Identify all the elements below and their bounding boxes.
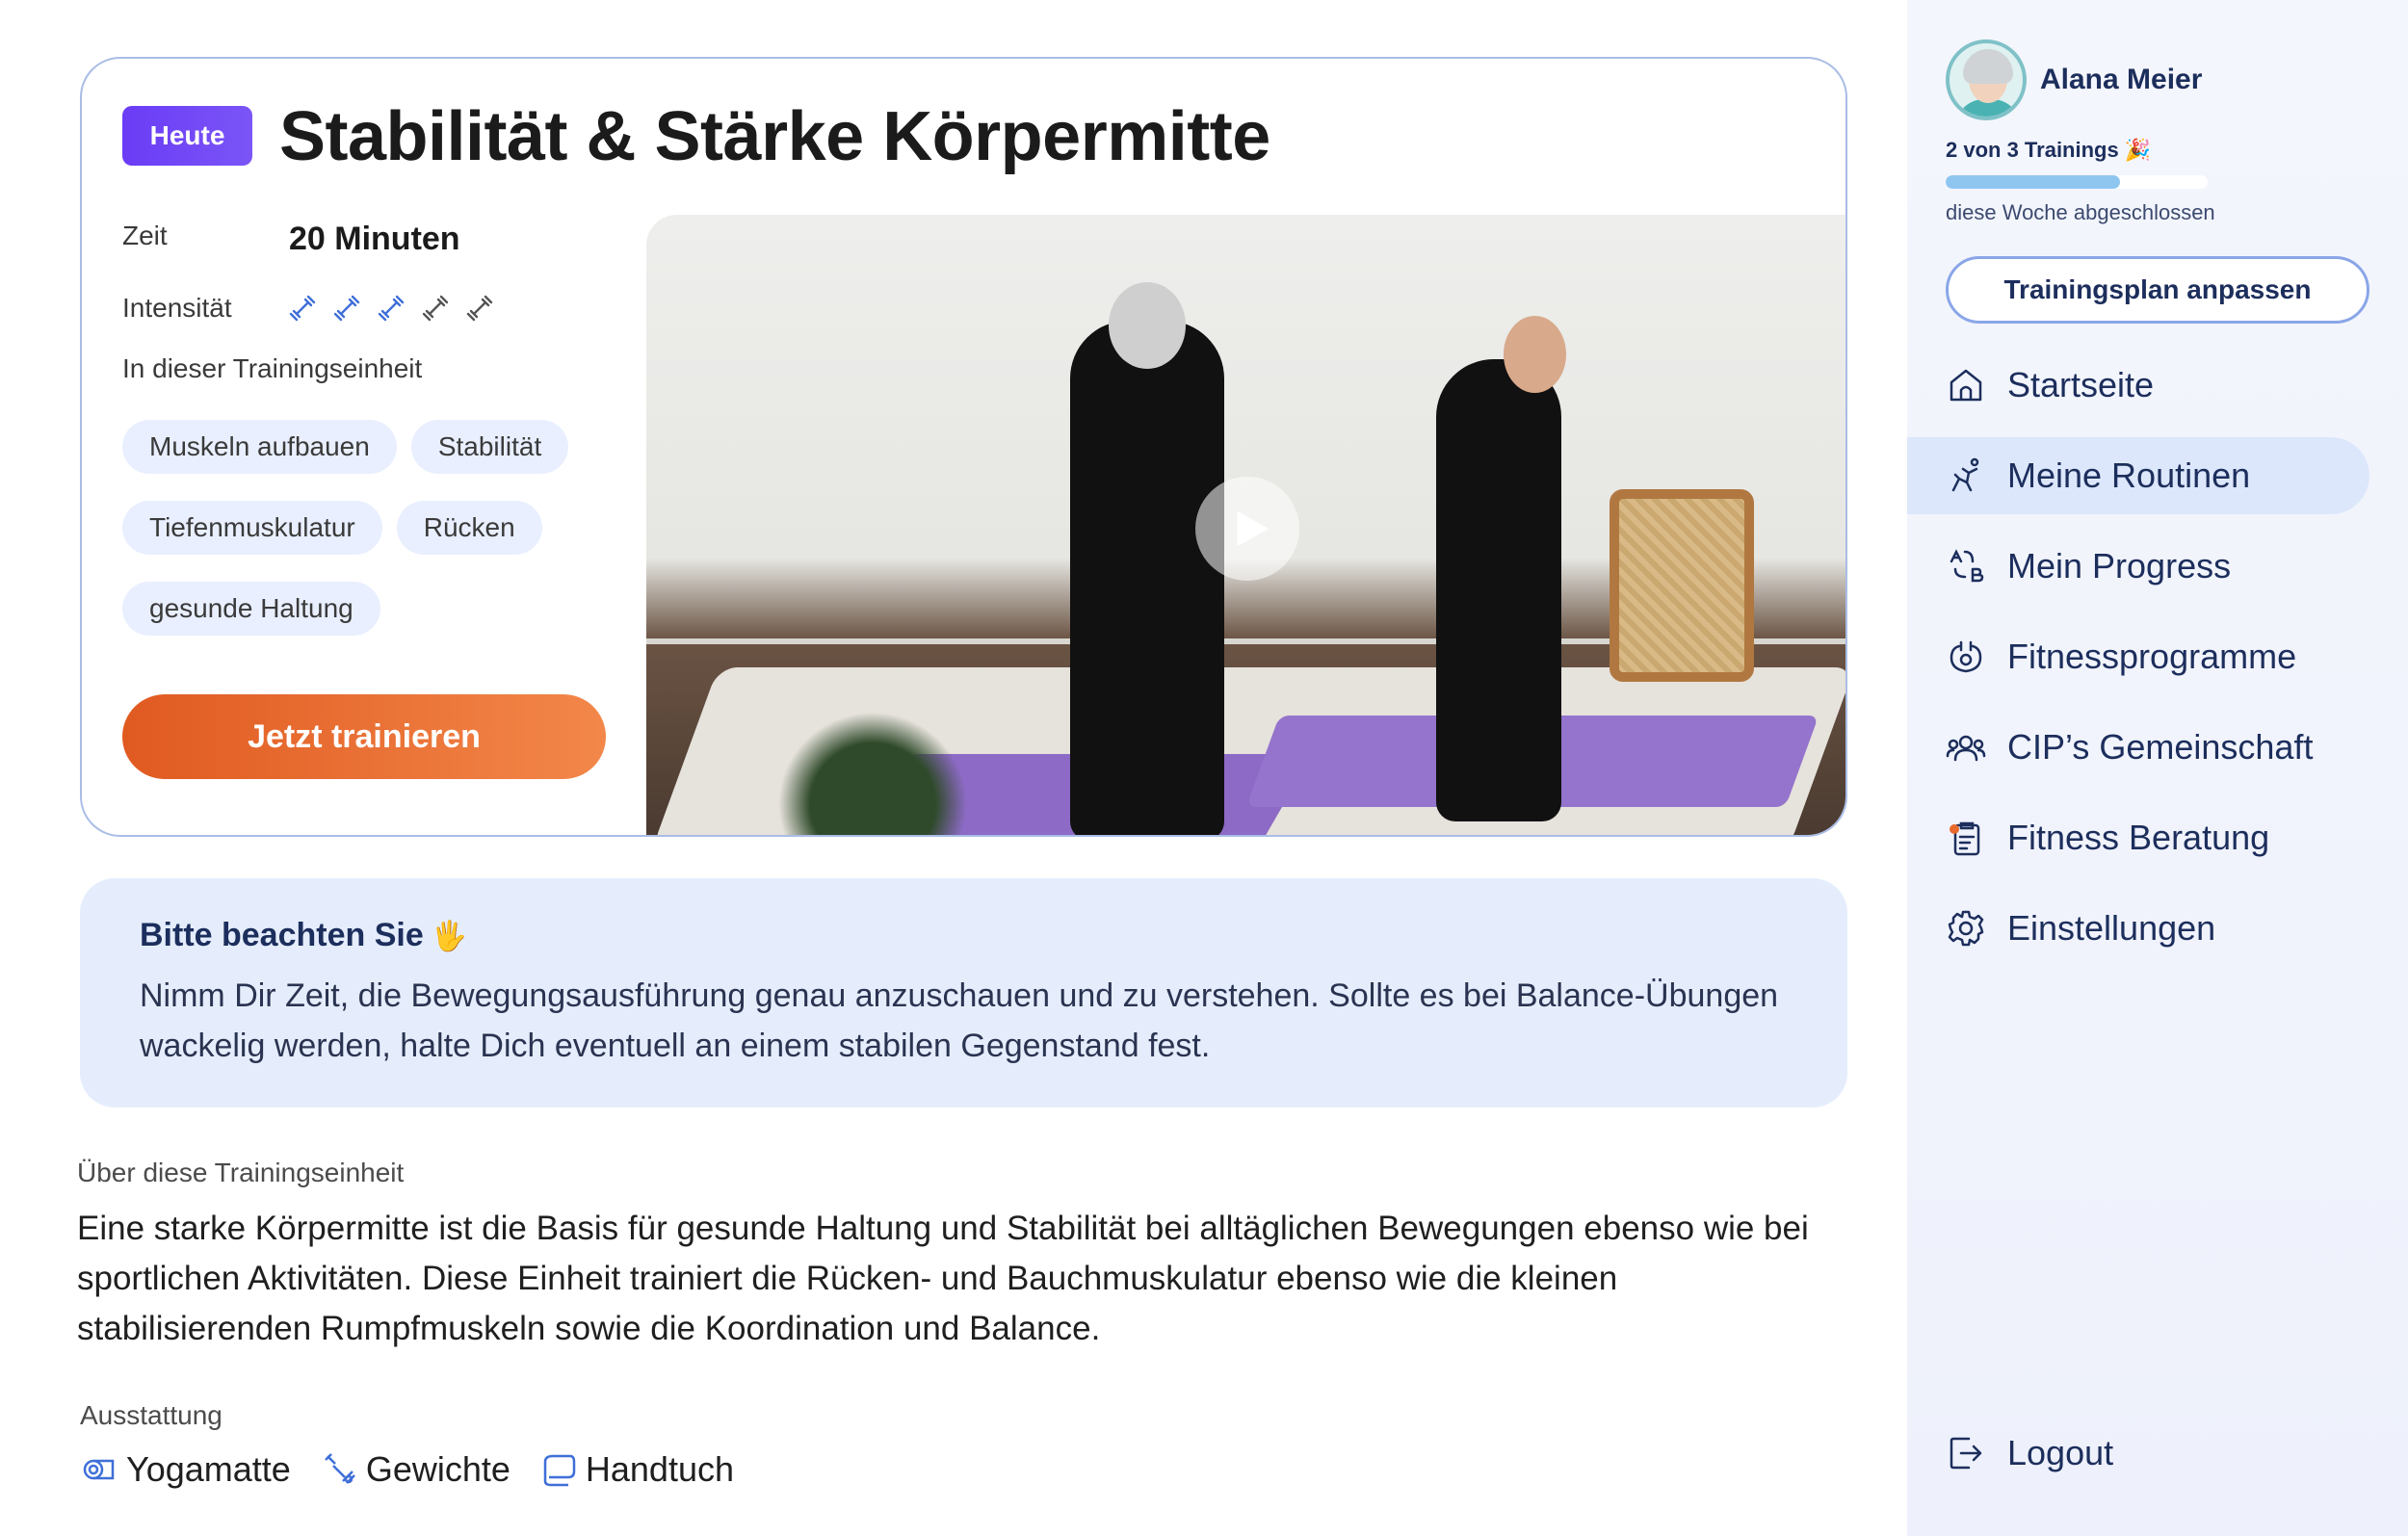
equipment-label-handtuch: Handtuch xyxy=(585,1449,734,1489)
logout-button[interactable]: Logout xyxy=(1946,1433,2113,1473)
consulting-icon xyxy=(1950,821,1980,856)
weights-icon xyxy=(324,1453,355,1484)
notice-text: Nimm Dir Zeit, die Bewegungsausführung g… xyxy=(140,977,1779,1064)
sidebar: Alana Meier 2 von 3 Trainings 🎉 diese Wo… xyxy=(1907,0,2408,1536)
dumbbell-icon xyxy=(378,295,405,322)
programs-icon xyxy=(1950,640,1982,673)
sidebar-item-programs[interactable]: Fitnessprogramme xyxy=(1907,618,2408,695)
sidebar-item-consulting[interactable]: Fitness Beratung xyxy=(1907,799,2408,876)
weekly-progress-bar xyxy=(1946,175,2208,189)
avatar-hair xyxy=(1963,49,2013,84)
intensity-label: Intensität xyxy=(122,293,232,323)
equipment-item: Yogamatte xyxy=(80,1449,291,1490)
about-label: Über diese Trainingseinheit xyxy=(77,1158,405,1187)
tag-stability: Stabilität xyxy=(410,420,569,474)
tag-list: Muskeln aufbauen Stabilität Tiefenmuskul… xyxy=(122,420,662,636)
equipment-label-yogamatte: Yogamatte xyxy=(126,1449,291,1489)
weekly-progress-subtext: diese Woche abgeschlossen xyxy=(1946,200,2215,224)
video-scene-plant xyxy=(762,696,983,835)
video-scene-chair xyxy=(1610,489,1754,682)
contents-label: In dieser Trainingseinheit xyxy=(122,353,423,383)
sidebar-item-label: Startseite xyxy=(2007,365,2155,404)
time-label: Zeit xyxy=(122,221,168,250)
notice-title-text: Bitte beachten Sie xyxy=(140,917,424,953)
adjust-plan-button[interactable]: Trainingsplan anpassen xyxy=(1946,256,2369,324)
sidebar-item-label: Mein Progress xyxy=(2007,546,2232,586)
tag-muscle-building: Muskeln aufbauen xyxy=(122,420,397,474)
sidebar-item-label: CIP’s Gemeinschaft xyxy=(2007,727,2314,767)
weekly-progress-fill xyxy=(1946,175,2121,189)
towel-icon xyxy=(543,1454,576,1487)
tag-deep-muscles: Tiefenmuskulatur xyxy=(122,501,382,555)
tag-back: Rücken xyxy=(396,501,542,555)
notice-title: Bitte beachten Sie 🖐 xyxy=(140,917,467,954)
sidebar-item-community[interactable]: CIP’s Gemeinschaft xyxy=(1907,709,2408,786)
avatar[interactable] xyxy=(1946,39,2027,120)
dumbbell-icon xyxy=(422,295,449,322)
logout-label: Logout xyxy=(2007,1433,2114,1472)
community-icon xyxy=(1946,735,1986,762)
tag-healthy-posture: gesunde Haltung xyxy=(122,582,380,636)
sidebar-item-label: Meine Routinen xyxy=(2007,456,2251,495)
equipment-list: Yogamatte Gewichte Handtuch xyxy=(80,1449,734,1490)
hand-icon: 🖐 xyxy=(431,921,468,952)
start-training-button[interactable]: Jetzt trainieren xyxy=(122,694,606,779)
sidebar-item-label: Fitnessprogramme xyxy=(2007,637,2297,676)
logout-icon xyxy=(1950,1437,1982,1470)
settings-icon xyxy=(1948,910,1984,947)
notice-box: Bitte beachten Sie 🖐 Nimm Dir Zeit, die B… xyxy=(80,878,1847,1107)
sidebar-item-label: Einstellungen xyxy=(2007,908,2216,948)
play-button[interactable] xyxy=(1195,477,1299,581)
dumbbell-icon xyxy=(333,295,360,322)
today-badge: Heute xyxy=(122,106,252,166)
sidebar-item-settings[interactable]: Einstellungen xyxy=(1907,890,2408,967)
video-trainer-head xyxy=(1109,282,1186,369)
main-content: Heute Stabilität & Stärke Körpermitte Ze… xyxy=(0,0,1907,1536)
equipment-item: Handtuch xyxy=(539,1449,734,1490)
yoga-mat-icon xyxy=(83,1459,115,1480)
dumbbell-icon xyxy=(289,295,316,322)
equipment-label: Ausstattung xyxy=(80,1400,222,1430)
about-text: Eine starke Körpermitte ist die Basis fü… xyxy=(77,1210,1809,1347)
video-trainer-figure xyxy=(1070,321,1224,835)
sidebar-item-routines[interactable]: Meine Routinen xyxy=(1907,437,2369,514)
workout-video[interactable] xyxy=(646,215,1845,835)
workout-card: Heute Stabilität & Stärke Körpermitte Ze… xyxy=(80,57,1847,837)
play-icon xyxy=(1237,510,1269,547)
video-trainer-head xyxy=(1504,316,1566,393)
progress-icon xyxy=(1950,549,1984,583)
weekly-progress-text: 2 von 3 Trainings 🎉 xyxy=(1946,138,2152,162)
sidebar-item-progress[interactable]: Mein Progress xyxy=(1907,528,2408,605)
equipment-label-gewichte: Gewichte xyxy=(365,1449,510,1489)
video-trainer-figure xyxy=(1436,359,1561,821)
dumbbell-icon xyxy=(466,295,493,322)
equipment-item: Gewichte xyxy=(320,1449,510,1490)
workout-title: Stabilität & Stärke Körpermitte xyxy=(279,98,1270,175)
sidebar-item-home[interactable]: Startseite xyxy=(1907,347,2408,424)
home-icon xyxy=(1950,369,1982,402)
sidebar-nav: Startseite Meine Routinen Mein Progress … xyxy=(1907,347,2408,980)
time-value: 20 Minuten xyxy=(289,221,460,257)
sidebar-item-label: Fitness Beratung xyxy=(2007,818,2270,857)
intensity-rating xyxy=(286,292,496,325)
routine-icon xyxy=(1951,457,1979,492)
user-name[interactable]: Alana Meier xyxy=(2040,64,2202,96)
